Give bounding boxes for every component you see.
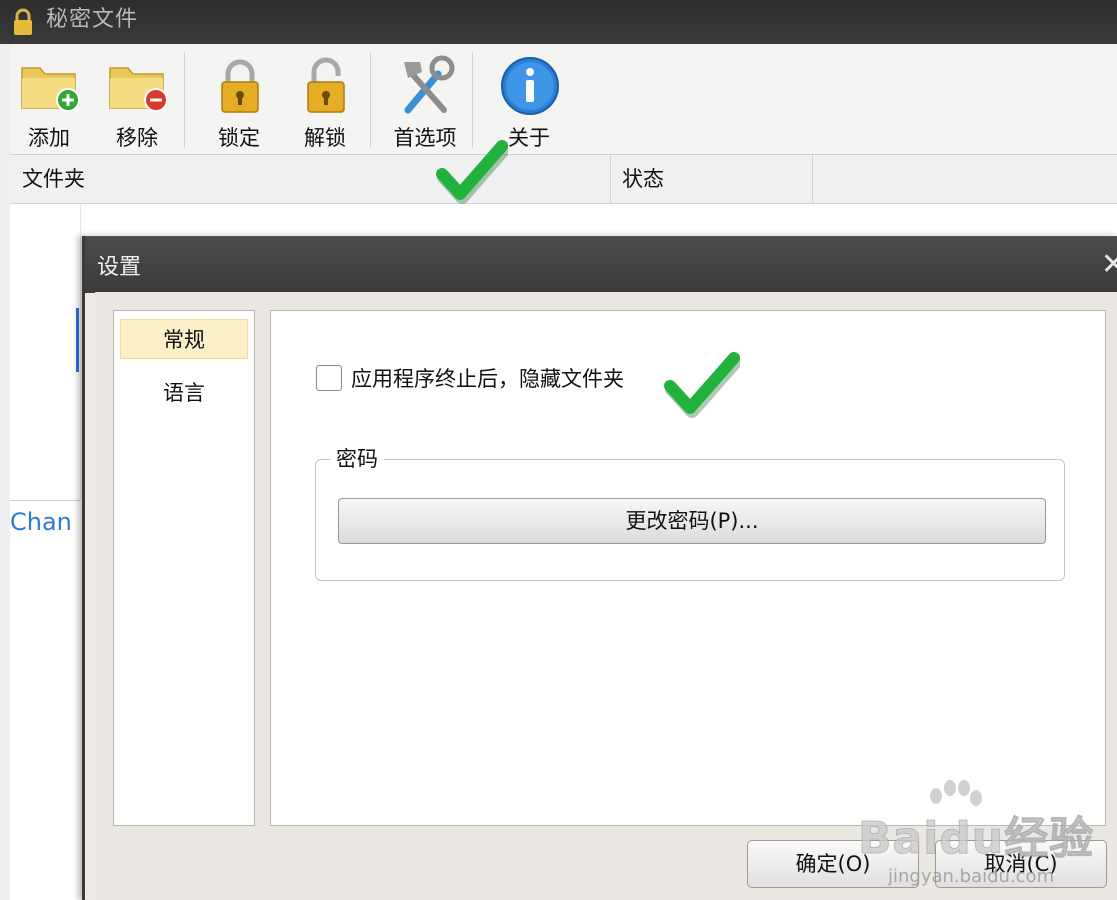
- preferences-button[interactable]: 首选项: [386, 50, 464, 150]
- window-title: 秘密文件: [46, 7, 139, 32]
- window-frame: [0, 44, 10, 900]
- close-icon[interactable]: ✕: [1101, 247, 1117, 282]
- unlock-button[interactable]: 解锁: [286, 50, 364, 150]
- ok-button[interactable]: 确定(O): [747, 840, 919, 888]
- padlock-open-icon: [307, 57, 345, 113]
- dialog-title: 设置: [97, 255, 142, 280]
- remove-button[interactable]: 移除: [98, 50, 176, 150]
- checkmark-annotation-icon: [664, 352, 740, 418]
- hide-folders-checkbox[interactable]: [316, 365, 342, 391]
- cancel-button[interactable]: 取消(C): [935, 840, 1107, 888]
- change-password-button[interactable]: 更改密码(P)...: [338, 498, 1046, 544]
- unlock-label: 解锁: [304, 126, 346, 150]
- password-group: 密码 更改密码(P)...: [315, 443, 1065, 581]
- settings-nav: 常规 语言: [113, 310, 255, 826]
- folder-add-icon: [21, 67, 80, 112]
- padlock-closed-icon: [221, 59, 259, 113]
- selection-highlight: [76, 308, 79, 372]
- dialog-titlebar: 设置 ✕: [85, 236, 1117, 293]
- settings-dialog: 设置 ✕ 常规 语言 应用程序终止后，隐藏文件夹 密码 更改密码(P)... 确…: [82, 236, 1117, 900]
- nav-item-general[interactable]: 常规: [120, 319, 248, 359]
- password-group-title: 密码: [330, 443, 384, 473]
- nav-item-language[interactable]: 语言: [120, 373, 248, 413]
- change-link[interactable]: Chan: [10, 508, 72, 536]
- info-icon: [501, 57, 559, 115]
- folder-remove-icon: [109, 67, 168, 112]
- column-status[interactable]: 状态: [622, 155, 664, 203]
- toolbar-separator: [184, 52, 185, 148]
- toolbar-separator: [370, 52, 371, 148]
- add-label: 添加: [28, 126, 70, 150]
- lock-label: 锁定: [218, 126, 260, 150]
- about-button[interactable]: 关于: [490, 50, 568, 150]
- column-divider[interactable]: [812, 155, 813, 203]
- folder-list[interactable]: [10, 204, 81, 501]
- column-folder[interactable]: 文件夹: [22, 155, 85, 203]
- checkmark-annotation-icon: [436, 140, 508, 204]
- lock-icon: [14, 8, 32, 35]
- remove-label: 移除: [116, 126, 158, 150]
- tools-icon: [404, 55, 455, 114]
- toolbar: 添加 移除 锁定 解锁 首选项 关于: [0, 44, 1117, 155]
- dialog-body: 常规 语言 应用程序终止后，隐藏文件夹 密码 更改密码(P)... 确定(O) …: [95, 292, 1117, 900]
- lock-button[interactable]: 锁定: [200, 50, 278, 150]
- toolbar-separator: [472, 52, 473, 148]
- add-button[interactable]: 添加: [10, 50, 88, 150]
- hide-folders-label[interactable]: 应用程序终止后，隐藏文件夹: [351, 363, 624, 393]
- main-titlebar: 秘密文件: [0, 0, 1117, 44]
- list-header: 文件夹 状态: [10, 155, 1117, 204]
- column-divider[interactable]: [610, 155, 611, 203]
